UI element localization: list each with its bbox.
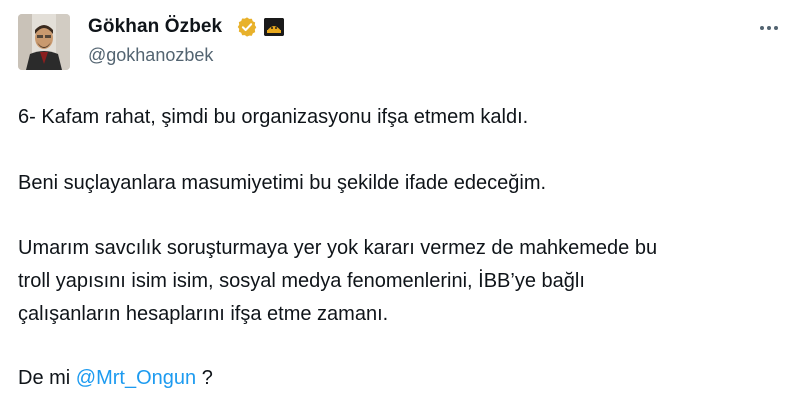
tweet-text-last-line: De mi @Mrt_Ongun ? [18, 364, 213, 392]
tweet-text-line: çalışanların hesaplarını ifşa etme zaman… [18, 303, 389, 325]
verified-badge-icon [237, 17, 257, 37]
tweet-text-line: troll yapısını isim isim, sosyal medya f… [18, 270, 585, 292]
last-line-prefix: De mi [18, 367, 76, 389]
last-line-suffix: ? [196, 367, 213, 389]
author-display-name[interactable]: Gökhan Özbek [88, 16, 222, 38]
tweet-card: Gökhan Özbek @gokhanozbek 6- Kafam rahat… [0, 0, 800, 408]
author-handle[interactable]: @gokhanozbek [88, 45, 213, 66]
mention-link[interactable]: @Mrt_Ongun [76, 367, 196, 389]
avatar[interactable] [18, 14, 70, 70]
more-options-icon[interactable] [755, 16, 783, 40]
affiliation-badge-icon[interactable] [264, 18, 284, 36]
tweet-text-line: Beni suçlayanlara masumiyetimi bu şekild… [18, 172, 547, 194]
tweet-text-line: Umarım savcılık soruşturmaya yer yok kar… [18, 237, 658, 259]
tweet-text-line: 6- Kafam rahat, şimdi bu organizasyonu i… [18, 106, 529, 128]
